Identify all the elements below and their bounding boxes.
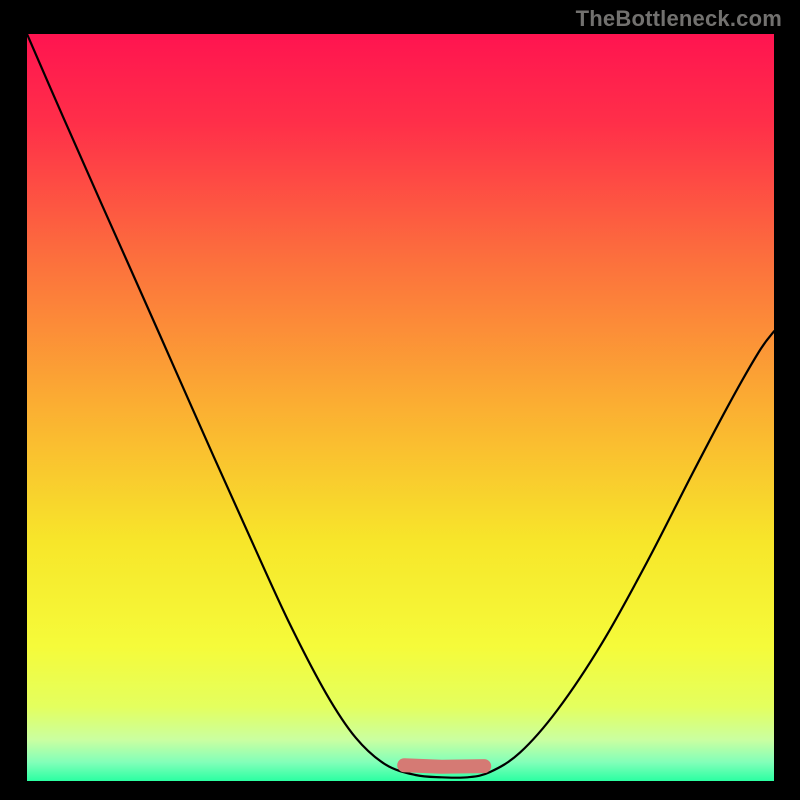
chart-frame: TheBottleneck.com bbox=[0, 0, 800, 800]
gradient-background bbox=[27, 34, 774, 781]
highlight-flat-region bbox=[404, 765, 484, 767]
plot-svg bbox=[27, 34, 774, 781]
plot-area bbox=[27, 34, 774, 781]
attribution-label: TheBottleneck.com bbox=[576, 6, 782, 32]
